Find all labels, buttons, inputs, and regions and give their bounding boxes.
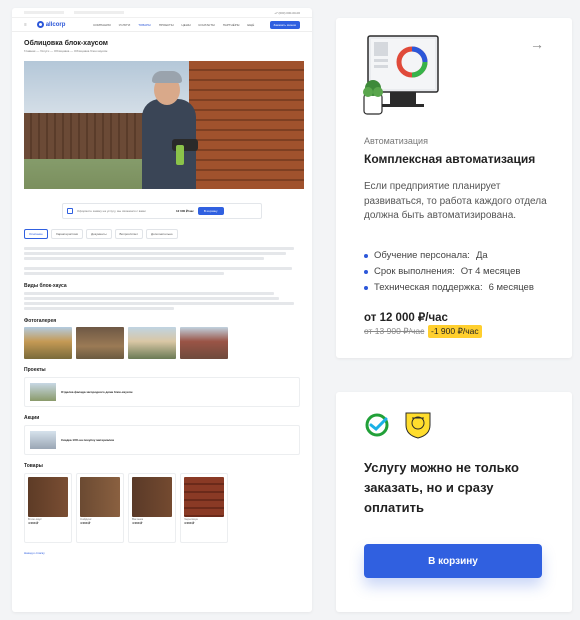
order-call-button[interactable]: Заказать звонок: [269, 20, 300, 29]
section-title: Акции: [24, 415, 40, 421]
nav-links: КОМПАНИЯ УСЛУГИ ТОВАРЫ ПРОЕКТЫ ЦЕНЫ КОНТ…: [93, 23, 254, 27]
product-price: 4 000 ₽: [132, 521, 143, 525]
nav-item[interactable]: УСЛУГИ: [119, 23, 131, 27]
hero-image: [24, 61, 304, 189]
top-bar-placeholder: [74, 11, 124, 14]
add-to-cart-button[interactable]: В корзину: [364, 544, 542, 578]
service-title[interactable]: Комплексная автоматизация: [364, 152, 564, 166]
back-link[interactable]: Назад к списку: [24, 551, 300, 555]
action-card[interactable]: Скидка 10% на покупку материалов: [24, 425, 300, 455]
feature-item: Срок выполнения: От 4 месяцев: [364, 264, 534, 280]
gallery-photo[interactable]: [180, 327, 228, 359]
nav-item[interactable]: ПРОЕКТЫ: [159, 23, 174, 27]
drill-handle: [176, 145, 184, 165]
project-card[interactable]: Отделка фасада загородного дома блок-хау…: [24, 377, 300, 407]
menu-icon[interactable]: ☰: [24, 23, 27, 27]
arrow-right-icon[interactable]: →: [530, 36, 544, 52]
tab[interactable]: Документы: [86, 229, 112, 239]
feature-item: Обучение персонала: Да: [364, 248, 534, 264]
gallery-photo[interactable]: [24, 327, 72, 359]
logo-icon: [36, 21, 44, 28]
block-house-wall: [189, 61, 304, 189]
top-bar: +7 (000) 000-00-00: [12, 8, 312, 18]
project-thumb: [30, 383, 56, 401]
document-icon: [67, 208, 73, 214]
gallery-photo[interactable]: [128, 327, 176, 359]
payment-card: Услугу можно не только заказать, но и ср…: [336, 392, 572, 612]
monitor-icon: [363, 35, 439, 115]
section-title: Проекты: [24, 367, 46, 373]
tab[interactable]: Описание: [24, 229, 48, 239]
tab[interactable]: Вопрос/ответ: [114, 229, 143, 239]
types-list: [24, 292, 300, 310]
product-image: [28, 477, 68, 517]
tinkoff-icon: [405, 412, 431, 439]
service-category: Автоматизация: [364, 136, 428, 146]
description-text: [24, 247, 300, 275]
website-preview: +7 (000) 000-00-00 ☰ allcorp КОМПАНИЯ УС…: [12, 8, 312, 612]
logo[interactable]: allcorp: [36, 21, 65, 28]
main-nav: ☰ allcorp КОМПАНИЯ УСЛУГИ ТОВАРЫ ПРОЕКТЫ…: [12, 18, 312, 32]
action-title: Скидка 10% на покупку материалов: [61, 438, 115, 442]
service-old-price: от 13 900 ₽/час: [364, 326, 425, 336]
project-title: Отделка фасада загородного дома блок-хау…: [61, 390, 133, 394]
payment-text: Услугу можно не только заказать, но и ср…: [364, 460, 519, 515]
product-card[interactable]: Сайдинг 4 000 ₽: [76, 473, 124, 543]
photo-gallery: [24, 327, 300, 359]
promo-cart-button[interactable]: В корзину: [197, 207, 224, 215]
section-title: Товары: [24, 463, 43, 469]
nav-item[interactable]: КОМПАНИЯ: [93, 23, 110, 27]
product-image: [132, 477, 172, 517]
sber-icon: [365, 413, 389, 437]
product-image: [80, 477, 120, 517]
worker-cap: [152, 71, 182, 83]
phone[interactable]: +7 (000) 000-00-00: [274, 11, 300, 15]
product-card[interactable]: Вагонка 4 000 ₽: [128, 473, 176, 543]
section-title: Фотогалерея: [24, 318, 57, 324]
promo-text: Оформите заявку на услугу, мы свяжемся с…: [77, 209, 146, 213]
top-bar-placeholder: [24, 11, 64, 14]
bullet-icon: [364, 254, 368, 258]
promo-bar: Оформите заявку на услугу, мы свяжемся с…: [62, 203, 262, 219]
feature-item: Техническая поддержка: 6 месяцев: [364, 280, 534, 296]
service-price: от 12 000 ₽/час: [364, 312, 448, 324]
feature-list: Обучение персонала: Да Срок выполнения: От…: [364, 248, 534, 296]
nav-item[interactable]: ЦЕНЫ: [182, 23, 191, 27]
breadcrumb[interactable]: Главная — Услуги — Облицовка — Облицовка…: [24, 49, 300, 53]
product-price: 4 000 ₽: [80, 521, 91, 525]
page-title: Облицовка блок-хаусом: [24, 40, 108, 47]
tab[interactable]: Дополнительно: [145, 229, 178, 239]
promo-price: 12 000 ₽/час: [176, 209, 194, 213]
products: Блок-хаус 4 000 ₽ Сайдинг 4 000 ₽ Вагонк…: [24, 473, 300, 543]
nav-item[interactable]: ЕЩЁ: [247, 23, 254, 27]
tabs: Описание Характеристики Документы Вопрос…: [24, 229, 300, 239]
action-thumb: [30, 431, 56, 449]
product-card[interactable]: Черепица 4 000 ₽: [180, 473, 228, 543]
nav-item[interactable]: ТОВАРЫ: [138, 23, 151, 27]
product-card[interactable]: Блок-хаус 4 000 ₽: [24, 473, 72, 543]
service-description: Если предприятие планирует развиваться, …: [364, 181, 547, 221]
nav-item[interactable]: ПАРТНЁРЫ: [223, 23, 240, 27]
fence: [24, 113, 144, 159]
bullet-icon: [364, 286, 368, 290]
section-title: Виды блок-хауса: [24, 283, 67, 289]
service-card[interactable]: → Автоматизация Комплексная автоматизаци…: [336, 18, 572, 358]
gallery-photo[interactable]: [76, 327, 124, 359]
product-image: [184, 477, 224, 517]
nav-item[interactable]: КОНТАКТЫ: [199, 23, 215, 27]
discount-badge: -1 900 ₽/час: [428, 325, 482, 338]
product-price: 4 000 ₽: [184, 521, 195, 525]
product-price: 4 000 ₽: [28, 521, 39, 525]
tab[interactable]: Характеристики: [50, 229, 84, 239]
bullet-icon: [364, 270, 368, 274]
